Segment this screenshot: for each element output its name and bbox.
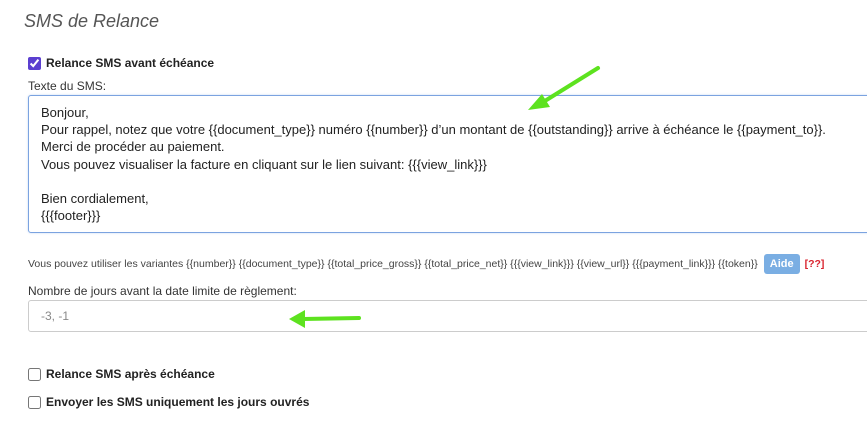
working-days-label: Envoyer les SMS uniquement les jours ouv… [46, 395, 310, 409]
days-before-label: Nombre de jours avant la date limite de … [28, 284, 297, 298]
variants-hint: Vous pouvez utiliser les variantes {{num… [28, 254, 824, 274]
after-due-checkbox-row[interactable]: Relance SMS après échéance [28, 367, 215, 381]
before-due-checkbox-row[interactable]: Relance SMS avant échéance [28, 56, 214, 70]
before-due-label: Relance SMS avant échéance [46, 56, 215, 70]
sms-text-area[interactable]: Bonjour, Pour rappel, notez que votre {{… [28, 95, 867, 233]
variants-text: Vous pouvez utiliser les variantes {{num… [28, 258, 758, 270]
annotation-arrow-icon [289, 310, 361, 328]
working-days-checkbox[interactable] [28, 395, 41, 409]
section-title: SMS de Relance [24, 11, 160, 31]
working-days-checkbox-row[interactable]: Envoyer les SMS uniquement les jours ouv… [28, 395, 309, 409]
sms-text-label: Texte du SMS: [28, 79, 107, 93]
days-before-input[interactable] [28, 300, 867, 332]
after-due-label: Relance SMS après échéance [46, 367, 215, 381]
help-marker[interactable]: [??] [805, 258, 825, 270]
after-due-checkbox[interactable] [28, 367, 41, 381]
sms-text-content: Bonjour, Pour rappel, notez que votre {{… [41, 105, 826, 224]
annotation-arrow-icon [528, 66, 600, 110]
before-due-checkbox[interactable] [28, 56, 41, 70]
help-button[interactable]: Aide [763, 254, 800, 274]
